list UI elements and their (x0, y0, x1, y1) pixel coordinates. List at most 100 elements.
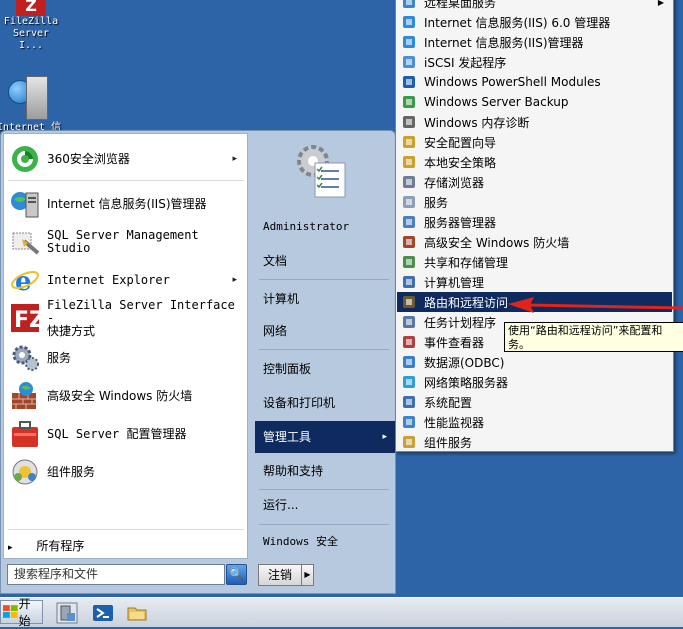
iis-icon (401, 34, 417, 50)
submenu-item-label: Windows Server Backup (424, 95, 569, 109)
desktop-icon-label: FileZilla (3, 16, 59, 27)
start-menu: 360安全浏览器 ▸ Internet 信息服务(IIS)管理器 SQL Ser… (0, 130, 396, 594)
server-globe-icon (8, 74, 50, 122)
link-documents[interactable]: 文档 (255, 245, 395, 277)
divider (259, 349, 389, 350)
search-icon[interactable]: 🔍 (226, 564, 247, 585)
program-component-services[interactable]: 组件服务 (4, 454, 247, 490)
submenu-item-label: 数据源(ODBC) (424, 355, 505, 370)
link-network[interactable]: 网络 (255, 315, 395, 347)
iscsi-icon (401, 54, 417, 70)
search-input[interactable]: 搜索程序和文件 (7, 564, 225, 585)
component-icon (401, 434, 417, 450)
all-programs-button[interactable]: ▸ 所有程序 (8, 536, 244, 556)
link-devices-printers[interactable]: 设备和打印机 (255, 387, 395, 419)
submenu-item-label: 高级安全 Windows 防火墙 (424, 235, 570, 250)
iis6-icon (401, 14, 417, 30)
program-internet-explorer[interactable]: e Internet Explorer ▸ (4, 262, 247, 298)
submenu-item-security-wizard[interactable]: 安全配置向导 (397, 132, 672, 152)
submenu-item-iis6[interactable]: Internet 信息服务(IIS) 6.0 管理器 (397, 12, 672, 32)
program-360-browser[interactable]: 360安全浏览器 ▸ (4, 142, 247, 176)
ie-icon: e (10, 265, 40, 297)
submenu-item-computer-mgmt[interactable]: 计算机管理 (397, 272, 672, 292)
program-filezilla[interactable]: FZ FileZilla Server Interface - 快捷方式 (4, 297, 247, 338)
program-label: 高级安全 Windows 防火墙 (47, 388, 193, 403)
link-admin-tools[interactable]: 管理工具 ▸ (255, 421, 395, 453)
submenu-item-perfmon[interactable]: 性能监视器 (397, 412, 672, 432)
program-label: FileZilla Server Interface - (47, 297, 235, 325)
submenu-arrow-icon: ▶ (657, 0, 664, 7)
submenu-item-services[interactable]: 服务 (397, 192, 672, 212)
submenu-item-iscsi[interactable]: iSCSI 发起程序 (397, 52, 672, 72)
shutdown-options-arrow-icon[interactable]: ▶ (301, 564, 314, 586)
program-iis-manager[interactable]: Internet 信息服务(IIS)管理器 (4, 186, 247, 222)
divider (259, 524, 389, 525)
divider (8, 529, 244, 530)
submenu-item-label: 存储浏览器 (424, 175, 485, 190)
share-storage-icon (401, 254, 417, 270)
all-programs-label: 所有程序 (36, 539, 85, 553)
task-scheduler-icon (401, 314, 417, 330)
submenu-item-label: 计算机管理 (424, 275, 485, 290)
submenu-item-label: 远程桌面服务 (424, 0, 497, 10)
submenu-item-storage-explorer[interactable]: 存储浏览器 (397, 172, 672, 192)
svg-text:FZ: FZ (14, 308, 40, 333)
submenu-item-iis[interactable]: Internet 信息服务(IIS)管理器 (397, 32, 672, 52)
submenu-item-firewall[interactable]: 高级安全 Windows 防火墙 (397, 232, 672, 252)
event-viewer-icon (401, 334, 417, 350)
routing-icon (401, 294, 417, 310)
submenu-item-label: 路由和远程访问 (424, 295, 509, 310)
submenu-item-label: 系统配置 (424, 395, 473, 410)
component-services-icon (10, 457, 40, 487)
submenu-item-label: 性能监视器 (424, 415, 485, 430)
start-button[interactable]: 开始 (0, 597, 43, 628)
program-services[interactable]: 服务 (4, 340, 247, 376)
submenu-item-odbc[interactable]: 数据源(ODBC) (397, 352, 672, 372)
program-sql-studio[interactable]: SQL Server Management Studio (4, 224, 247, 260)
sysconfig-icon (401, 394, 417, 410)
submenu-arrow-icon: ▸ (232, 154, 237, 164)
submenu-item-share-storage[interactable]: 共享和存储管理 (397, 252, 672, 272)
submenu-item-local-policy[interactable]: 本地安全策略 (397, 152, 672, 172)
link-windows-security[interactable]: Windows 安全 (255, 526, 395, 558)
logoff-button[interactable]: 注销 (258, 564, 302, 586)
powershell-taskbar-icon[interactable] (92, 602, 114, 624)
submenu-item-powershell[interactable]: Windows PowerShell Modules (397, 72, 672, 92)
desktop-icon-filezilla[interactable]: Z FileZilla Server I... (0, 0, 64, 52)
tooltip-text: 使用“路由和远程访问”来配置和 (508, 324, 663, 337)
nps-icon (401, 374, 417, 390)
link-computer[interactable]: 计算机 (255, 283, 395, 315)
submenu-item-memory-diag[interactable]: Windows 内存诊断 (397, 112, 672, 132)
program-label: SQL Server 配置管理器 (47, 426, 187, 441)
admin-tools-submenu: 远程桌面服务 ▶ Internet 信息服务(IIS) 6.0 管理器 Interne… (395, 0, 674, 452)
desktop-icon-iis-manager[interactable]: Internet 信 (0, 74, 62, 134)
submenu-item-label: Windows PowerShell Modules (424, 75, 601, 89)
submenu-item-label: 服务器管理器 (424, 215, 497, 230)
user-picture-icon (293, 139, 351, 201)
submenu-item-label: 组件服务 (424, 435, 473, 450)
divider (8, 180, 244, 181)
submenu-item-sysconfig[interactable]: 系统配置 (397, 392, 672, 412)
services-icon (401, 194, 417, 210)
services-gear-icon (10, 343, 40, 373)
explorer-folder-taskbar-icon[interactable] (126, 602, 148, 624)
tooltip-text: 务。 (508, 338, 530, 351)
submenu-item-server-manager[interactable]: 服务器管理器 (397, 212, 672, 232)
firewall-icon (401, 234, 417, 250)
right-links-pane: Administrator 文档 计算机 网络 控制面板 设备和打印机 管理工具… (253, 133, 395, 559)
program-label: 服务 (47, 350, 72, 365)
program-label-line2: 快捷方式 (47, 323, 96, 338)
program-firewall[interactable]: 高级安全 Windows 防火墙 (4, 378, 247, 414)
pinned-programs-pane: 360安全浏览器 ▸ Internet 信息服务(IIS)管理器 SQL Ser… (3, 133, 248, 559)
submenu-item-backup[interactable]: Windows Server Backup (397, 92, 672, 112)
desktop-icon-label: Server I... (12, 28, 50, 51)
link-administrator[interactable]: Administrator (255, 211, 395, 243)
program-sql-config[interactable]: SQL Server 配置管理器 (4, 416, 247, 452)
submenu-item-component[interactable]: 组件服务 (397, 432, 672, 452)
link-control-panel[interactable]: 控制面板 (255, 353, 395, 385)
submenu-item-nps[interactable]: 网络策略服务器 (397, 372, 672, 392)
submenu-item-remote-desktop[interactable]: 远程桌面服务 ▶ (397, 0, 672, 12)
link-run[interactable]: 运行... (255, 489, 395, 521)
server-manager-taskbar-icon[interactable] (56, 602, 78, 624)
link-help-support[interactable]: 帮助和支持 (255, 455, 395, 487)
